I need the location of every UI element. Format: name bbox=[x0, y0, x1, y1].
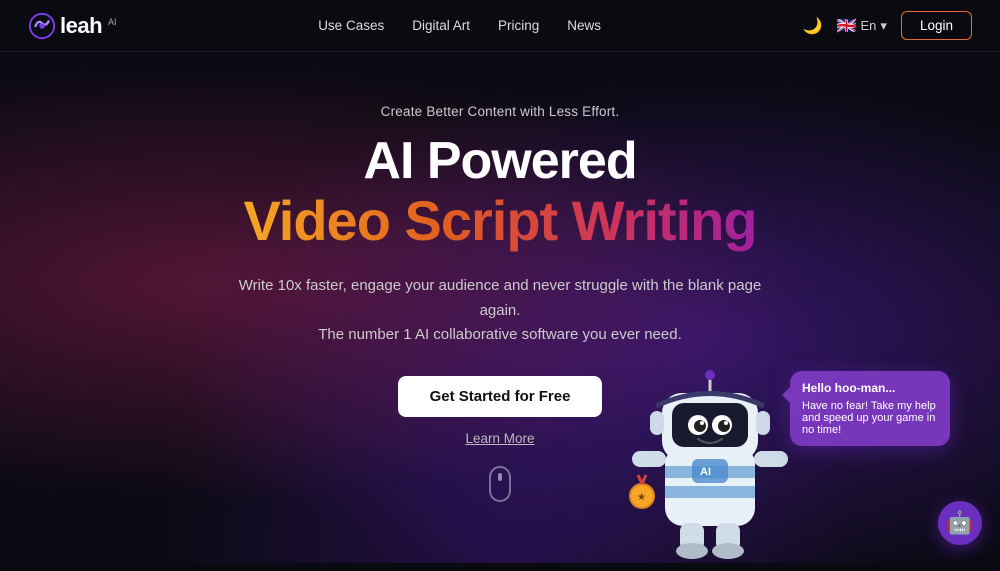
nav-link-digital-art[interactable]: Digital Art bbox=[412, 18, 470, 33]
nav-link-use-cases[interactable]: Use Cases bbox=[318, 18, 384, 33]
hero-title-line1: AI Powered bbox=[363, 133, 636, 190]
logo-icon bbox=[28, 12, 56, 40]
hero-title-line2: Video Script Writing bbox=[243, 190, 756, 252]
learn-more-link[interactable]: Learn More bbox=[465, 431, 534, 446]
chat-widget-icon: 🤖 bbox=[946, 510, 973, 536]
hero-desc-line1: Write 10x faster, engage your audience a… bbox=[239, 277, 762, 319]
robot-illustration: ★ AI bbox=[620, 351, 800, 561]
chat-bubble-title: Hello hoo-man... bbox=[802, 381, 938, 395]
cta-button[interactable]: Get Started for Free bbox=[398, 376, 603, 417]
nav-link-news[interactable]: News bbox=[567, 18, 601, 33]
language-selector[interactable]: 🇬🇧 En ▾ bbox=[837, 16, 887, 36]
nav-right: 🌙 🇬🇧 En ▾ Login bbox=[803, 11, 972, 40]
logo-badge: AI bbox=[108, 17, 117, 27]
lang-label: En bbox=[861, 18, 877, 33]
robot-container: Hello hoo-man... Have no fear! Take my h… bbox=[620, 351, 820, 571]
flag-icon: 🇬🇧 bbox=[837, 16, 857, 36]
chat-bubble-body: Have no fear! Take my help and speed up … bbox=[802, 400, 938, 436]
lang-arrow-icon: ▾ bbox=[880, 18, 887, 34]
hero-description: Write 10x faster, engage your audience a… bbox=[220, 274, 780, 348]
navbar: leah AI Use Cases Digital Art Pricing Ne… bbox=[0, 0, 1000, 52]
nav-link-pricing[interactable]: Pricing bbox=[498, 18, 539, 33]
svg-text:★: ★ bbox=[637, 492, 646, 503]
svg-text:AI: AI bbox=[700, 466, 711, 478]
logo[interactable]: leah AI bbox=[28, 12, 117, 40]
scroll-indicator bbox=[489, 466, 511, 502]
hero-subtitle: Create Better Content with Less Effort. bbox=[381, 104, 620, 119]
login-button[interactable]: Login bbox=[901, 11, 972, 40]
scroll-dot bbox=[498, 473, 502, 481]
logo-text: leah bbox=[60, 13, 102, 39]
theme-toggle-button[interactable]: 🌙 bbox=[803, 16, 823, 36]
chat-widget-button[interactable]: 🤖 bbox=[938, 501, 982, 545]
nav-links: Use Cases Digital Art Pricing News bbox=[318, 18, 601, 33]
moon-icon: 🌙 bbox=[803, 16, 823, 36]
hero-desc-line2: The number 1 AI collaborative software y… bbox=[318, 326, 682, 343]
chat-bubble: Hello hoo-man... Have no fear! Take my h… bbox=[790, 371, 950, 446]
